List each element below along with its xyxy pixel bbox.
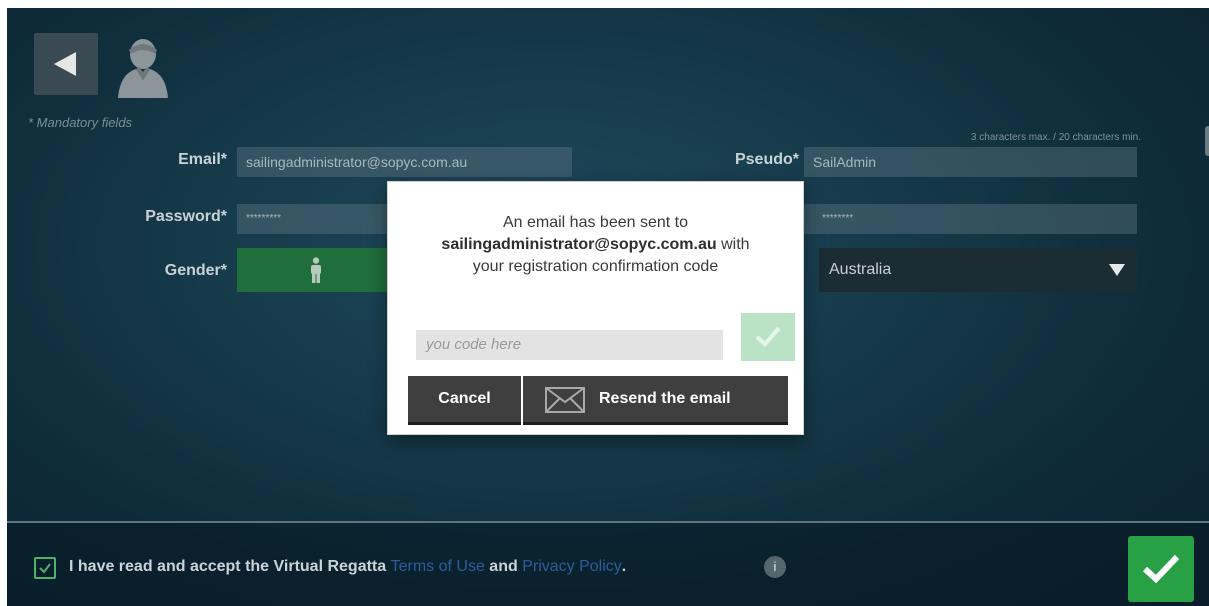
pseudo-field[interactable]: SailAdmin bbox=[804, 147, 1137, 177]
cancel-button[interactable]: Cancel bbox=[408, 376, 521, 422]
terms-checkbox[interactable] bbox=[34, 557, 56, 579]
pseudo-hint: 3 characters max. / 20 characters min. bbox=[970, 132, 1141, 143]
info-icon[interactable]: i bbox=[764, 556, 786, 578]
terms-suffix: . bbox=[621, 558, 627, 575]
dialog-line1: An email has been sent to bbox=[502, 214, 688, 231]
email-label: Email* bbox=[178, 151, 227, 168]
terms-prefix: I have read and accept the Virtual Regat… bbox=[69, 558, 391, 575]
country-select[interactable]: Australia bbox=[819, 248, 1137, 292]
dialog-email: sailingadministrator@sopyc.com.au bbox=[441, 236, 717, 253]
back-arrow-icon bbox=[54, 52, 76, 76]
checkmark-icon bbox=[39, 563, 51, 574]
terms-text: I have read and accept the Virtual Regat… bbox=[69, 558, 626, 576]
gender-label: Gender* bbox=[164, 262, 227, 279]
terms-and: and bbox=[484, 558, 523, 575]
privacy-policy-link[interactable]: Privacy Policy bbox=[522, 558, 622, 575]
checkmark-icon bbox=[755, 326, 781, 347]
dialog-line2: sailingadministrator@sopyc.com.au with bbox=[388, 234, 803, 256]
confirmation-code-input[interactable]: you code here bbox=[416, 330, 723, 360]
male-person-icon bbox=[311, 257, 321, 283]
terms-of-use-link[interactable]: Terms of Use bbox=[391, 558, 485, 575]
resend-email-button[interactable]: Resend the email bbox=[523, 376, 788, 422]
confirm-registration-button[interactable] bbox=[1128, 536, 1194, 602]
submit-code-button[interactable] bbox=[741, 313, 795, 361]
email-field[interactable]: sailingadministrator@sopyc.com.au bbox=[237, 147, 572, 177]
back-button[interactable] bbox=[34, 33, 98, 95]
gender-male-button[interactable] bbox=[237, 248, 400, 292]
envelope-icon bbox=[545, 387, 585, 413]
dialog-message: An email has been sent to sailingadminis… bbox=[388, 212, 803, 278]
avatar-icon[interactable] bbox=[114, 36, 172, 103]
mandatory-note: * Mandatory fields bbox=[28, 115, 133, 130]
country-value: Australia bbox=[829, 261, 892, 278]
resend-email-label: Resend the email bbox=[599, 390, 731, 407]
dialog-line3: your registration confirmation code bbox=[472, 258, 719, 275]
dialog-line2-suffix: with bbox=[716, 236, 750, 253]
pseudo-label: Pseudo* bbox=[734, 151, 799, 168]
password-label: Password* bbox=[145, 208, 227, 225]
checkmark-icon bbox=[1142, 554, 1180, 584]
dropdown-arrow-icon bbox=[1109, 264, 1125, 276]
registration-screen: * Mandatory fields Email* sailingadminis… bbox=[7, 8, 1209, 606]
confirmation-dialog: An email has been sent to sailingadminis… bbox=[388, 182, 803, 434]
password-confirm-field[interactable]: ******** bbox=[804, 204, 1137, 234]
scrollbar-thumb[interactable] bbox=[1205, 126, 1209, 156]
